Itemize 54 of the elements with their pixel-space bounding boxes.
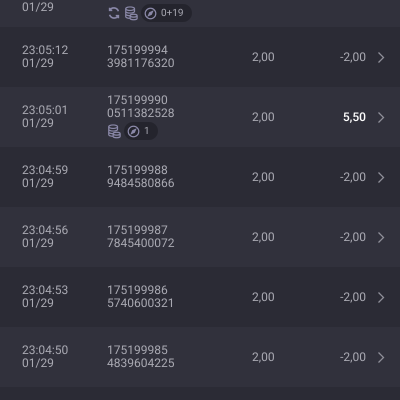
date-text: 01/29: [22, 237, 55, 250]
result-amount: -2,00: [339, 290, 366, 304]
time-text: 23:05:01: [22, 104, 70, 117]
result-amount: -2,00: [339, 230, 366, 244]
chevron-right-icon[interactable]: [377, 110, 385, 124]
counter-badge: 1: [124, 122, 158, 140]
chevron-right-icon[interactable]: [377, 50, 385, 64]
ticket-code: 9484580866: [107, 177, 176, 190]
ticket-code: 4839604225: [107, 357, 176, 370]
compass-icon: [127, 124, 140, 138]
date-text: 01/29: [22, 177, 55, 190]
date-text: 01/29: [22, 1, 55, 16]
date-text: 01/29: [22, 117, 55, 130]
chevron-right-icon[interactable]: [377, 170, 385, 184]
compass-icon: [144, 6, 157, 20]
stake-amount: 2,00: [252, 290, 276, 304]
stake-amount: 2,00: [252, 350, 276, 364]
ticket-id: 175199988: [107, 164, 169, 177]
list-row[interactable]: 23:05:01 01/29 175199990 0511382528 1 2,00 5,50: [0, 87, 400, 147]
ticket-id: 175199986: [107, 284, 169, 297]
ticket-code: 0511382528: [107, 107, 176, 120]
ticket-code: 5740600321: [107, 297, 176, 310]
ticket-code: 3981176320: [107, 57, 176, 70]
coins-icon: [124, 6, 138, 20]
date-text: 01/29: [22, 357, 55, 370]
refresh-icon: [107, 6, 121, 20]
date-text: 01/29: [22, 297, 55, 310]
chevron-right-icon[interactable]: [377, 290, 385, 304]
chevron-right-icon[interactable]: [377, 350, 385, 364]
ticket-id: 175199987: [107, 224, 169, 237]
time-text: 23:04:59: [22, 164, 70, 177]
list-row[interactable]: 23:04:56 01/29 175199987 7845400072 2,00 -2,00: [0, 207, 400, 267]
stake-amount: 2,00: [252, 230, 276, 244]
ticket-id: 175199985: [107, 344, 169, 357]
result-amount: -2,00: [339, 350, 366, 364]
stake-amount: 2,00: [252, 110, 276, 124]
ticket-id: 175199994: [107, 44, 169, 57]
stake-amount: 2,00: [252, 170, 276, 184]
time-text: 23:04:56: [22, 224, 70, 237]
ticket-id: 175199990: [107, 94, 169, 107]
result-amount: -2,00: [339, 170, 366, 184]
time-text: 23:05:12: [22, 44, 70, 57]
ticket-code: 7845400072: [107, 237, 176, 250]
list-row[interactable]: 01/29 0+19: [0, 0, 400, 27]
coins-icon: [107, 124, 121, 138]
result-amount: 5,50: [342, 110, 366, 124]
stake-amount: 2,00: [252, 50, 276, 64]
time-text: 23:04:53: [22, 284, 70, 297]
time-text: 23:04:50: [22, 344, 70, 357]
date-text: 01/29: [22, 57, 55, 70]
chevron-right-icon[interactable]: [377, 230, 385, 244]
result-amount: -2,00: [339, 50, 366, 64]
list-row[interactable]: 23:04:50 01/29 175199985 4839604225 2,00 -2,00: [0, 327, 400, 387]
counter-badge: 0+19: [141, 4, 192, 22]
